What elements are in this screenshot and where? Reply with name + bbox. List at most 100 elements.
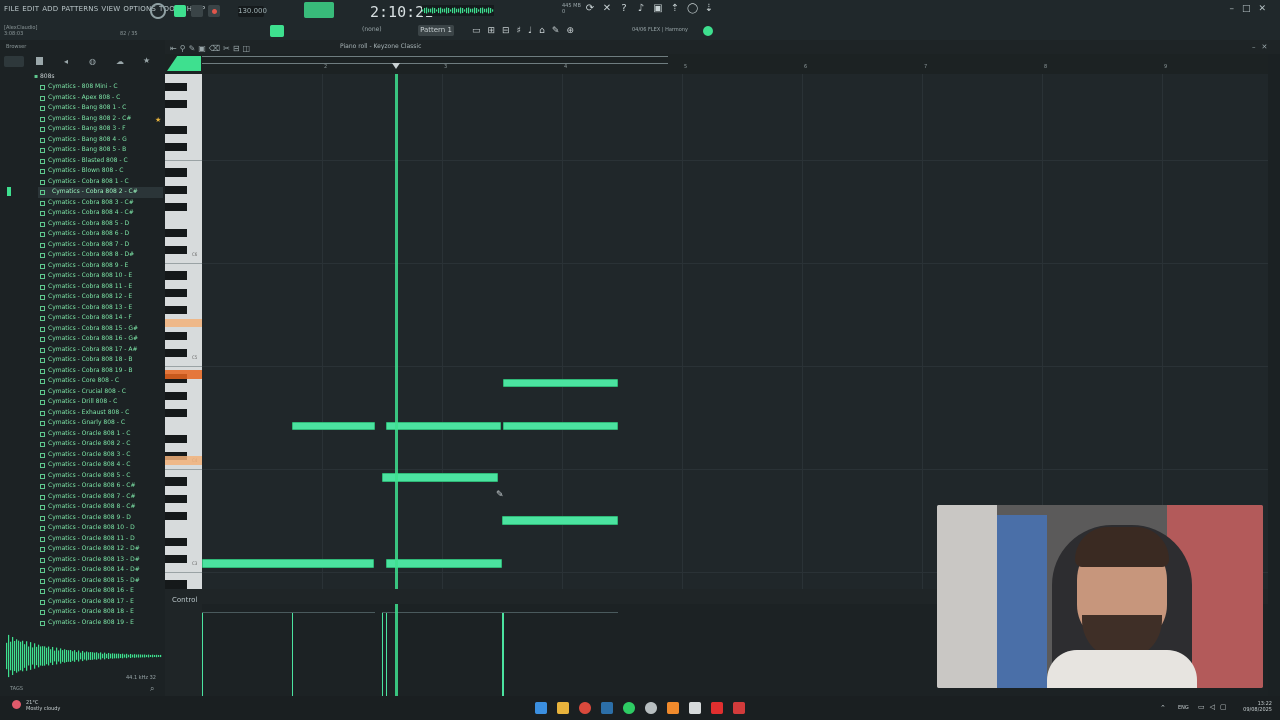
- plugin-icon[interactable]: ◍: [89, 57, 96, 66]
- browser-file-item[interactable]: Cymatics - Oracle 808 4 - C: [38, 460, 163, 471]
- chat-icon[interactable]: ◯: [687, 4, 698, 14]
- browser-file-item[interactable]: Cymatics - Oracle 808 3 - C: [38, 450, 163, 461]
- browser-file-item[interactable]: Cymatics - Oracle 808 17 - E: [38, 597, 163, 608]
- browser-file-item[interactable]: Cymatics - Oracle 808 19 - E: [38, 618, 163, 629]
- browser-file-item[interactable]: Cymatics - Cobra 808 14 - F: [38, 313, 163, 324]
- browser-file-item[interactable]: Cymatics - Cobra 808 3 - C#: [38, 198, 163, 209]
- save-icon[interactable]: ▣: [653, 4, 663, 14]
- pr-toolbar-active-button[interactable]: [270, 25, 284, 37]
- play-button[interactable]: [174, 5, 186, 17]
- mic-icon[interactable]: ♪: [636, 4, 646, 14]
- black-key[interactable]: [165, 228, 187, 238]
- black-key[interactable]: [165, 82, 187, 92]
- note[interactable]: [503, 378, 619, 388]
- browser-file-item[interactable]: Cymatics - Cobra 808 17 - A#: [38, 345, 163, 356]
- online-icon[interactable]: [703, 26, 713, 36]
- youtube-icon[interactable]: [711, 702, 723, 714]
- velocity-stem[interactable]: [503, 612, 505, 696]
- browser-file-item[interactable]: Cymatics - Cobra 808 12 - E: [38, 292, 163, 303]
- browser-file-item[interactable]: Cymatics - Blasted 808 - C: [38, 156, 163, 167]
- browser-tab-files[interactable]: [36, 57, 43, 65]
- black-key[interactable]: [165, 477, 187, 486]
- black-key[interactable]: [165, 554, 187, 564]
- snap-selector[interactable]: (none): [362, 26, 382, 33]
- close-icon[interactable]: ✕: [1258, 4, 1274, 14]
- export-icon[interactable]: ⇡: [670, 4, 680, 14]
- velocity-stem[interactable]: [292, 612, 293, 696]
- timeline-ruler[interactable]: 2 3 4 5 6 7 8 9: [202, 54, 1268, 74]
- black-key[interactable]: [165, 434, 187, 444]
- black-key[interactable]: [165, 511, 187, 521]
- black-key[interactable]: [165, 168, 187, 177]
- velocity-stem[interactable]: [382, 612, 383, 696]
- menu-item-patterns[interactable]: PATTERNS: [61, 5, 98, 13]
- refresh-icon[interactable]: ⟳: [585, 4, 595, 14]
- black-key[interactable]: [165, 271, 187, 280]
- black-key[interactable]: [165, 202, 187, 212]
- velocity-stem[interactable]: [202, 612, 203, 696]
- vertical-scrollbar[interactable]: [1268, 54, 1280, 696]
- note[interactable]: [202, 558, 374, 568]
- language-indicator[interactable]: ENG: [1178, 705, 1189, 711]
- browser-file-item[interactable]: Cymatics - Cobra 808 1 - C: [38, 177, 163, 188]
- browser-file-item[interactable]: Cymatics - Bang 808 1 - C: [38, 103, 163, 114]
- browser-folder[interactable]: ▪ 808s: [34, 73, 55, 80]
- note[interactable]: [502, 516, 619, 525]
- black-key[interactable]: [165, 331, 187, 341]
- browser-file-item[interactable]: Cymatics - Cobra 808 16 - G#: [38, 334, 163, 345]
- record-button[interactable]: [208, 5, 220, 17]
- note[interactable]: [503, 421, 619, 431]
- browser-file-item[interactable]: Cymatics - Oracle 808 11 - D: [38, 534, 163, 545]
- browser-file-item[interactable]: Cymatics - Oracle 808 15 - D#: [38, 576, 163, 587]
- weather-widget[interactable]: 21°C Mostly cloudy: [26, 700, 60, 712]
- black-key[interactable]: [165, 288, 187, 298]
- download-icon[interactable]: ⇣: [704, 4, 714, 14]
- weather-icon[interactable]: [12, 700, 21, 709]
- browser-file-item[interactable]: Cymatics - Exhaust 808 - C: [38, 408, 163, 419]
- browser-file-item[interactable]: Cymatics - Cobra 808 6 - D: [38, 229, 163, 240]
- control-lane-label[interactable]: Control: [172, 596, 197, 604]
- browser-file-item[interactable]: Cymatics - Cobra 808 19 - B: [38, 366, 163, 377]
- browser-file-item[interactable]: Cymatics - Bang 808 3 - F: [38, 124, 163, 135]
- browser-file-item[interactable]: Cymatics - Oracle 808 1 - C: [38, 429, 163, 440]
- help-icon[interactable]: ?: [619, 4, 629, 14]
- metronome-toggles[interactable]: [304, 2, 334, 18]
- browser-file-item[interactable]: Cymatics - Cobra 808 10 - E: [38, 271, 163, 282]
- browser-file-item[interactable]: Cymatics - Oracle 808 18 - E: [38, 607, 163, 618]
- black-key[interactable]: [165, 245, 187, 255]
- tray-chevron-icon[interactable]: ⌃: [1160, 704, 1166, 712]
- browser-file-item[interactable]: Cymatics - Oracle 808 8 - C#: [38, 502, 163, 513]
- menu-item-edit[interactable]: EDIT: [22, 5, 39, 13]
- browser-file-item[interactable]: Cymatics - Cobra 808 9 - E: [38, 261, 163, 272]
- pattern-selector[interactable]: Pattern 1: [418, 25, 454, 36]
- velocity-stem[interactable]: [385, 612, 387, 696]
- black-key[interactable]: [165, 408, 187, 418]
- browser-file-item[interactable]: Cymatics - Cobra 808 13 - E: [38, 303, 163, 314]
- browser-file-item[interactable]: Cymatics - Oracle 808 16 - E: [38, 586, 163, 597]
- browser-file-item[interactable]: Cymatics - Cobra 808 2 - C#: [38, 187, 163, 198]
- star-icon[interactable]: ★: [143, 56, 150, 65]
- note[interactable]: [385, 421, 501, 431]
- black-key[interactable]: [165, 125, 187, 135]
- black-key[interactable]: [165, 142, 187, 152]
- pr-tools[interactable]: ⇤⚲✎▣⌫✂⊟◫: [170, 44, 253, 53]
- pattern-song-toggle[interactable]: [150, 3, 166, 19]
- browser-file-item[interactable]: Cymatics - Oracle 808 14 - D#: [38, 565, 163, 576]
- system-clock[interactable]: 13:22 09/08/2025: [1243, 701, 1272, 713]
- fl-studio-icon[interactable]: [667, 702, 679, 714]
- browser-file-item[interactable]: Cymatics - Core 808 - C: [38, 376, 163, 387]
- pr-window-controls[interactable]: –✕: [1252, 43, 1273, 51]
- browser-file-item[interactable]: Cymatics - Oracle 808 13 - D#: [38, 555, 163, 566]
- menu-item-add[interactable]: ADD: [42, 5, 58, 13]
- browser-file-item[interactable]: Cymatics - Cobra 808 4 - C#: [38, 208, 163, 219]
- piano-keyboard[interactable]: C6C5C4C3: [165, 74, 202, 589]
- speaker-icon[interactable]: ◂: [64, 57, 68, 66]
- menu-item-view[interactable]: VIEW: [101, 5, 120, 13]
- browser-file-item[interactable]: Cymatics - Crucial 808 - C: [38, 387, 163, 398]
- browser-file-item[interactable]: Cymatics - Oracle 808 7 - C#: [38, 492, 163, 503]
- browser-file-item[interactable]: Cymatics - Cobra 808 8 - D#: [38, 250, 163, 261]
- cloud-icon[interactable]: ☁: [116, 57, 124, 66]
- flex-preset[interactable]: 04/06 FLEX | Harmony: [632, 27, 688, 33]
- black-key[interactable]: [165, 494, 187, 504]
- browser-file-item[interactable]: Cymatics - Oracle 808 6 - C#: [38, 481, 163, 492]
